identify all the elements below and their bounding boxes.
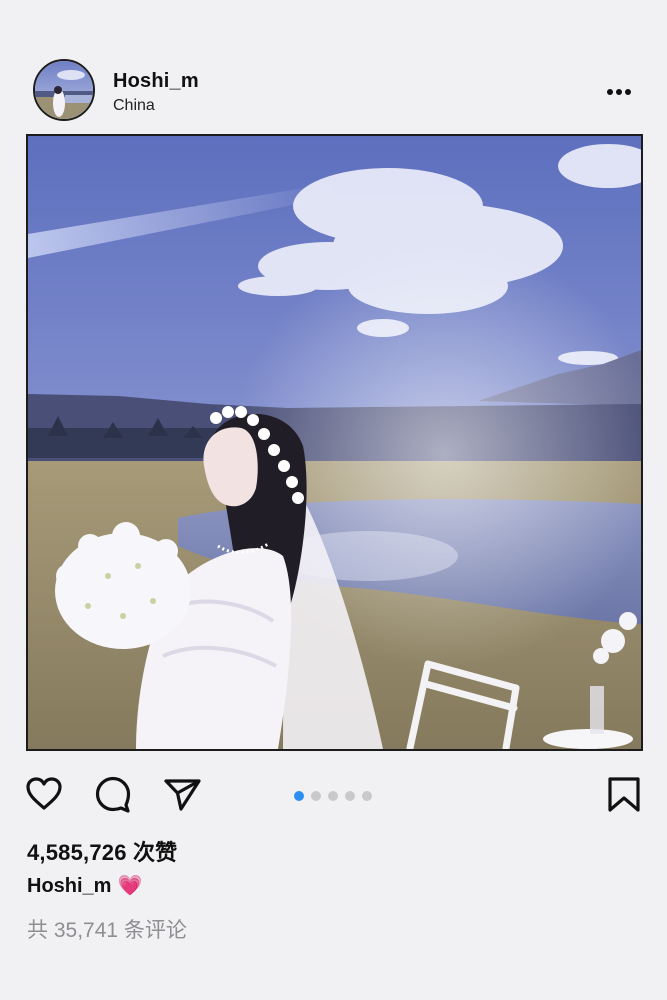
location[interactable]: China: [113, 97, 155, 115]
carousel-dot[interactable]: [294, 791, 304, 801]
view-comments-link[interactable]: 共 35,741 条评论: [27, 914, 187, 944]
carousel-dot[interactable]: [345, 791, 355, 801]
heart-emoji: 💗: [117, 875, 143, 897]
post-header: Hoshi_m China: [0, 56, 667, 126]
post-photo[interactable]: [26, 134, 643, 751]
username[interactable]: Hoshi_m: [113, 70, 199, 93]
caption: Hoshi_m 💗: [27, 873, 142, 898]
bookmark-icon[interactable]: [604, 774, 644, 814]
carousel-dot[interactable]: [362, 791, 372, 801]
more-horizontal-icon[interactable]: [600, 80, 640, 104]
carousel-dot[interactable]: [328, 791, 338, 801]
comment-bubble-icon[interactable]: [93, 774, 133, 814]
like-count[interactable]: 4,585,726 次赞: [27, 835, 177, 867]
action-bar: [0, 770, 667, 818]
avatar[interactable]: [33, 59, 95, 121]
carousel-indicator: [294, 788, 379, 801]
caption-username[interactable]: Hoshi_m: [27, 875, 111, 897]
send-arrow-icon[interactable]: [162, 774, 202, 814]
heart-icon[interactable]: [24, 774, 64, 814]
carousel-dot[interactable]: [311, 791, 321, 801]
